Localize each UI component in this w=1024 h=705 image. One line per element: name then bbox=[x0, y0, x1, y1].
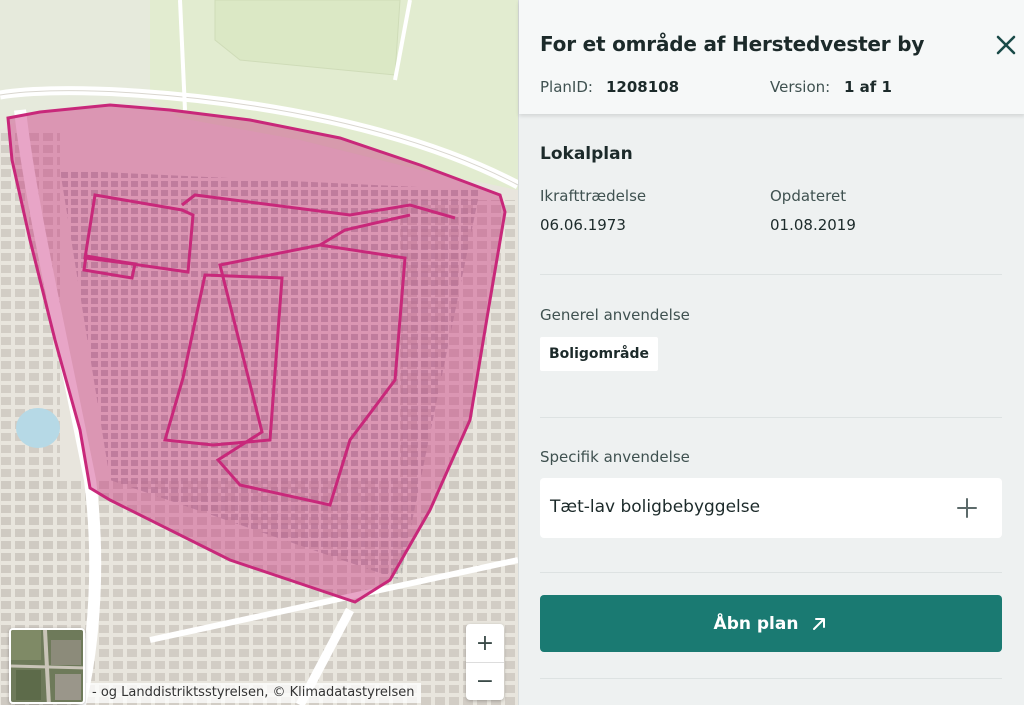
open-plan-button[interactable]: Åbn plan bbox=[540, 595, 1002, 652]
open-plan-label: Åbn plan bbox=[713, 613, 799, 634]
zoom-in-button[interactable]: + bbox=[466, 624, 504, 662]
panel-header: For et område af Herstedvester by PlanID… bbox=[519, 0, 1024, 114]
plan-title: For et område af Herstedvester by bbox=[540, 32, 925, 56]
close-icon bbox=[996, 35, 1016, 55]
satellite-thumbnail-image bbox=[11, 630, 83, 702]
divider bbox=[540, 572, 1002, 573]
effective-date-value: 06.06.1973 bbox=[540, 216, 626, 234]
plan-id-label: PlanID: bbox=[540, 78, 593, 96]
version-value: 1 af 1 bbox=[844, 78, 892, 96]
updated-date-value: 01.08.2019 bbox=[770, 216, 856, 234]
external-link-icon bbox=[813, 617, 826, 630]
general-use-label: Generel anvendelse bbox=[540, 306, 690, 324]
close-button[interactable] bbox=[993, 32, 1019, 58]
divider bbox=[540, 417, 1002, 418]
specific-use-accordion[interactable]: Tæt-lav boligbebyggelse bbox=[540, 478, 1002, 538]
map-layer-thumbnail[interactable] bbox=[9, 628, 85, 704]
divider bbox=[540, 678, 1002, 679]
updated-date-label: Opdateret bbox=[770, 187, 847, 205]
plan-detail-panel: For et område af Herstedvester by PlanID… bbox=[518, 0, 1024, 705]
section-title: Lokalplan bbox=[540, 144, 633, 164]
version-label: Version: bbox=[770, 78, 831, 96]
zoom-out-button[interactable]: − bbox=[466, 662, 504, 700]
map-attribution: - og Landdistriktsstyrelsen, © Klimadata… bbox=[86, 683, 421, 703]
general-use-tag: Boligområde bbox=[540, 337, 658, 371]
plus-icon bbox=[957, 498, 977, 518]
specific-use-value: Tæt-lav boligbebyggelse bbox=[550, 497, 761, 517]
specific-use-label: Specifik anvendelse bbox=[540, 448, 690, 466]
map-canvas[interactable] bbox=[0, 0, 518, 705]
divider bbox=[540, 274, 1002, 275]
zoom-control: + − bbox=[466, 624, 504, 700]
map-view[interactable]: + − - og Landdistriktsstyrelsen, © Klima… bbox=[0, 0, 518, 705]
plan-id-value: 1208108 bbox=[606, 78, 680, 96]
effective-date-label: Ikrafttrædelse bbox=[540, 187, 647, 205]
